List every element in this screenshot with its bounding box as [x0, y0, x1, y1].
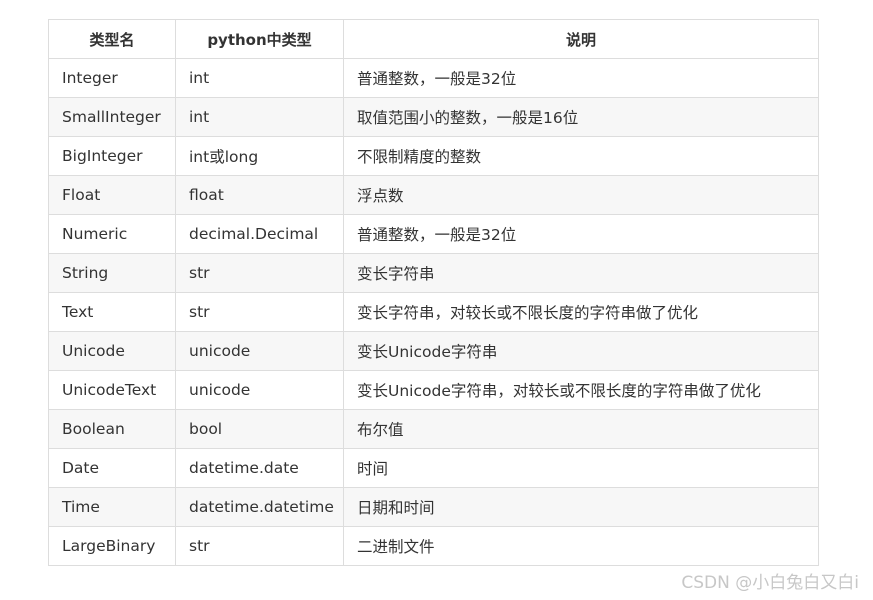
table-row: Integer int 普通整数，一般是32位 [48, 58, 819, 98]
python-type-cell: decimal.Decimal [175, 214, 344, 254]
description-cell: 变长字符串，对较长或不限长度的字符串做了优化 [343, 292, 819, 332]
python-type-cell: int [175, 58, 344, 98]
description-cell: 浮点数 [343, 175, 819, 215]
type-name-cell: UnicodeText [48, 370, 176, 410]
type-name-cell: BigInteger [48, 136, 176, 176]
python-type-cell: str [175, 526, 344, 566]
description-cell: 变长Unicode字符串 [343, 331, 819, 371]
csdn-watermark: CSDN @小白兔白又白i [681, 573, 859, 593]
python-type-cell: unicode [175, 370, 344, 410]
table-row: Time datetime.datetime 日期和时间 [48, 487, 819, 527]
type-name-cell: Integer [48, 58, 176, 98]
type-name-cell: SmallInteger [48, 97, 176, 137]
table-row: Text str 变长字符串，对较长或不限长度的字符串做了优化 [48, 292, 819, 332]
python-type-cell: datetime.datetime [175, 487, 344, 527]
table-header-row: 类型名 python中类型 说明 [48, 19, 819, 59]
sqlalchemy-type-table: 类型名 python中类型 说明 Integer int 普通整数，一般是32位… [48, 19, 819, 566]
python-type-cell: int [175, 97, 344, 137]
column-header-description: 说明 [343, 19, 819, 59]
description-cell: 普通整数，一般是32位 [343, 214, 819, 254]
description-cell: 变长字符串 [343, 253, 819, 293]
description-cell: 时间 [343, 448, 819, 488]
table-row: Numeric decimal.Decimal 普通整数，一般是32位 [48, 214, 819, 254]
column-header-type-name: 类型名 [48, 19, 176, 59]
table-row: SmallInteger int 取值范围小的整数，一般是16位 [48, 97, 819, 137]
description-cell: 取值范围小的整数，一般是16位 [343, 97, 819, 137]
type-name-cell: Time [48, 487, 176, 527]
table-row: BigInteger int或long 不限制精度的整数 [48, 136, 819, 176]
description-cell: 不限制精度的整数 [343, 136, 819, 176]
type-name-cell: Unicode [48, 331, 176, 371]
description-cell: 变长Unicode字符串，对较长或不限长度的字符串做了优化 [343, 370, 819, 410]
table-row: LargeBinary str 二进制文件 [48, 526, 819, 566]
type-name-cell: LargeBinary [48, 526, 176, 566]
description-cell: 普通整数，一般是32位 [343, 58, 819, 98]
python-type-cell: bool [175, 409, 344, 449]
table-row: Float float 浮点数 [48, 175, 819, 215]
type-name-cell: Date [48, 448, 176, 488]
description-cell: 二进制文件 [343, 526, 819, 566]
table-body: Integer int 普通整数，一般是32位 SmallInteger int… [48, 58, 819, 566]
column-header-python-type: python中类型 [175, 19, 344, 59]
python-type-cell: int或long [175, 136, 344, 176]
type-name-cell: Text [48, 292, 176, 332]
type-name-cell: Boolean [48, 409, 176, 449]
description-cell: 日期和时间 [343, 487, 819, 527]
type-name-cell: Numeric [48, 214, 176, 254]
type-name-cell: String [48, 253, 176, 293]
python-type-cell: datetime.date [175, 448, 344, 488]
python-type-cell: str [175, 292, 344, 332]
table-row: Date datetime.date 时间 [48, 448, 819, 488]
table-row: Boolean bool 布尔值 [48, 409, 819, 449]
type-name-cell: Float [48, 175, 176, 215]
python-type-cell: float [175, 175, 344, 215]
python-type-cell: str [175, 253, 344, 293]
table-row: UnicodeText unicode 变长Unicode字符串，对较长或不限长… [48, 370, 819, 410]
table-row: String str 变长字符串 [48, 253, 819, 293]
table-row: Unicode unicode 变长Unicode字符串 [48, 331, 819, 371]
python-type-cell: unicode [175, 331, 344, 371]
description-cell: 布尔值 [343, 409, 819, 449]
